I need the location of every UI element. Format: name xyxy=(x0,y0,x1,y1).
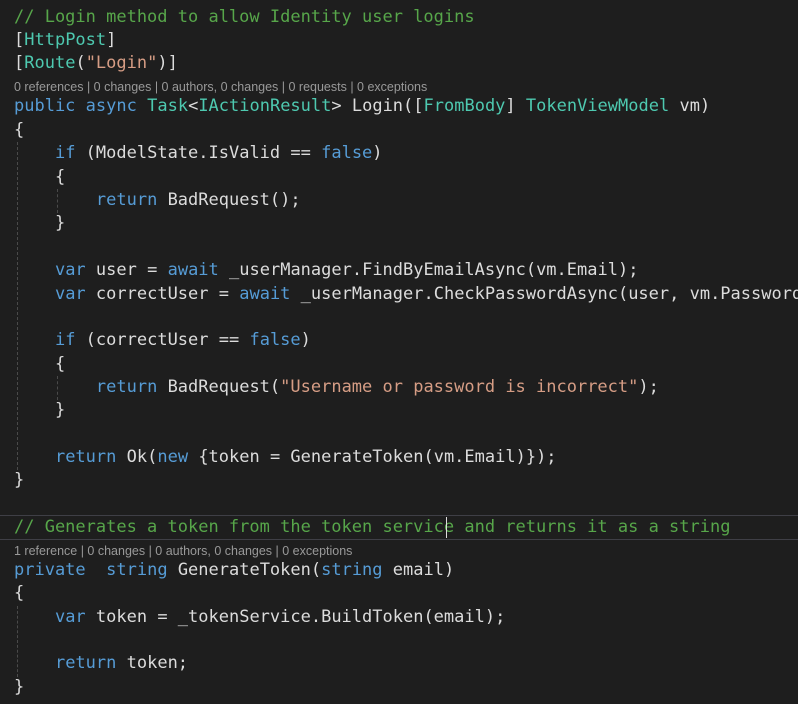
current-line-border-bottom xyxy=(0,539,798,540)
code-line-var-token: var token = _tokenService.BuildToken(ema… xyxy=(54,607,506,627)
comment: // Login method to allow Identity user l… xyxy=(14,7,475,27)
code-editor[interactable]: // Login method to allow Identity user l… xyxy=(0,0,798,704)
code-line-return-token: return token; xyxy=(54,653,189,673)
brace-close: } xyxy=(14,213,66,233)
indent-guide xyxy=(57,189,58,213)
code-line-if: if (ModelState.IsValid == false) xyxy=(54,143,383,163)
code-line-attribute: [HttpPost] xyxy=(14,30,117,50)
brace-open: { xyxy=(14,167,66,187)
string-literal: "Login" xyxy=(85,53,158,73)
code-line-return-ok: return Ok(new {token = GenerateToken(vm.… xyxy=(54,447,557,467)
brace-open: { xyxy=(14,120,25,140)
indent-guide xyxy=(17,606,18,677)
code-line-var-correctuser: var correctUser = await _userManager.Che… xyxy=(54,284,798,304)
indent-guide xyxy=(17,142,18,470)
attribute-name: HttpPost xyxy=(24,30,107,50)
code-line-attribute: [Route("Login")] xyxy=(14,53,178,73)
code-line-if: if (correctUser == false) xyxy=(54,330,311,350)
comment: // Generates a token from the token serv… xyxy=(14,517,465,537)
brace-close: } xyxy=(14,470,25,490)
method-signature: public async Task<IActionResult> Login([… xyxy=(14,96,711,116)
code-line-var-user: var user = await _userManager.FindByEmai… xyxy=(54,260,639,280)
brace-close: } xyxy=(14,677,25,697)
brace-open: { xyxy=(14,354,66,374)
comment: and returns it as a string xyxy=(464,517,731,537)
method-signature: private string GenerateToken(string emai… xyxy=(14,560,455,580)
code-line-return: return BadRequest("Username or password … xyxy=(95,377,659,397)
brace-close: } xyxy=(14,400,66,420)
string-literal: "Username or password is incorrect" xyxy=(280,377,639,397)
code-line-comment: // Generates a token from the token serv… xyxy=(14,516,730,539)
codelens-info[interactable]: 1 reference | 0 changes | 0 authors, 0 c… xyxy=(14,543,352,559)
attribute-name: Route xyxy=(24,53,76,73)
brace-open: { xyxy=(14,583,25,603)
indent-guide xyxy=(57,376,58,400)
code-line-comment: // Login method to allow Identity user l… xyxy=(14,6,475,29)
codelens-info[interactable]: 0 references | 0 changes | 0 authors, 0 … xyxy=(14,79,427,95)
text-cursor xyxy=(446,517,447,538)
